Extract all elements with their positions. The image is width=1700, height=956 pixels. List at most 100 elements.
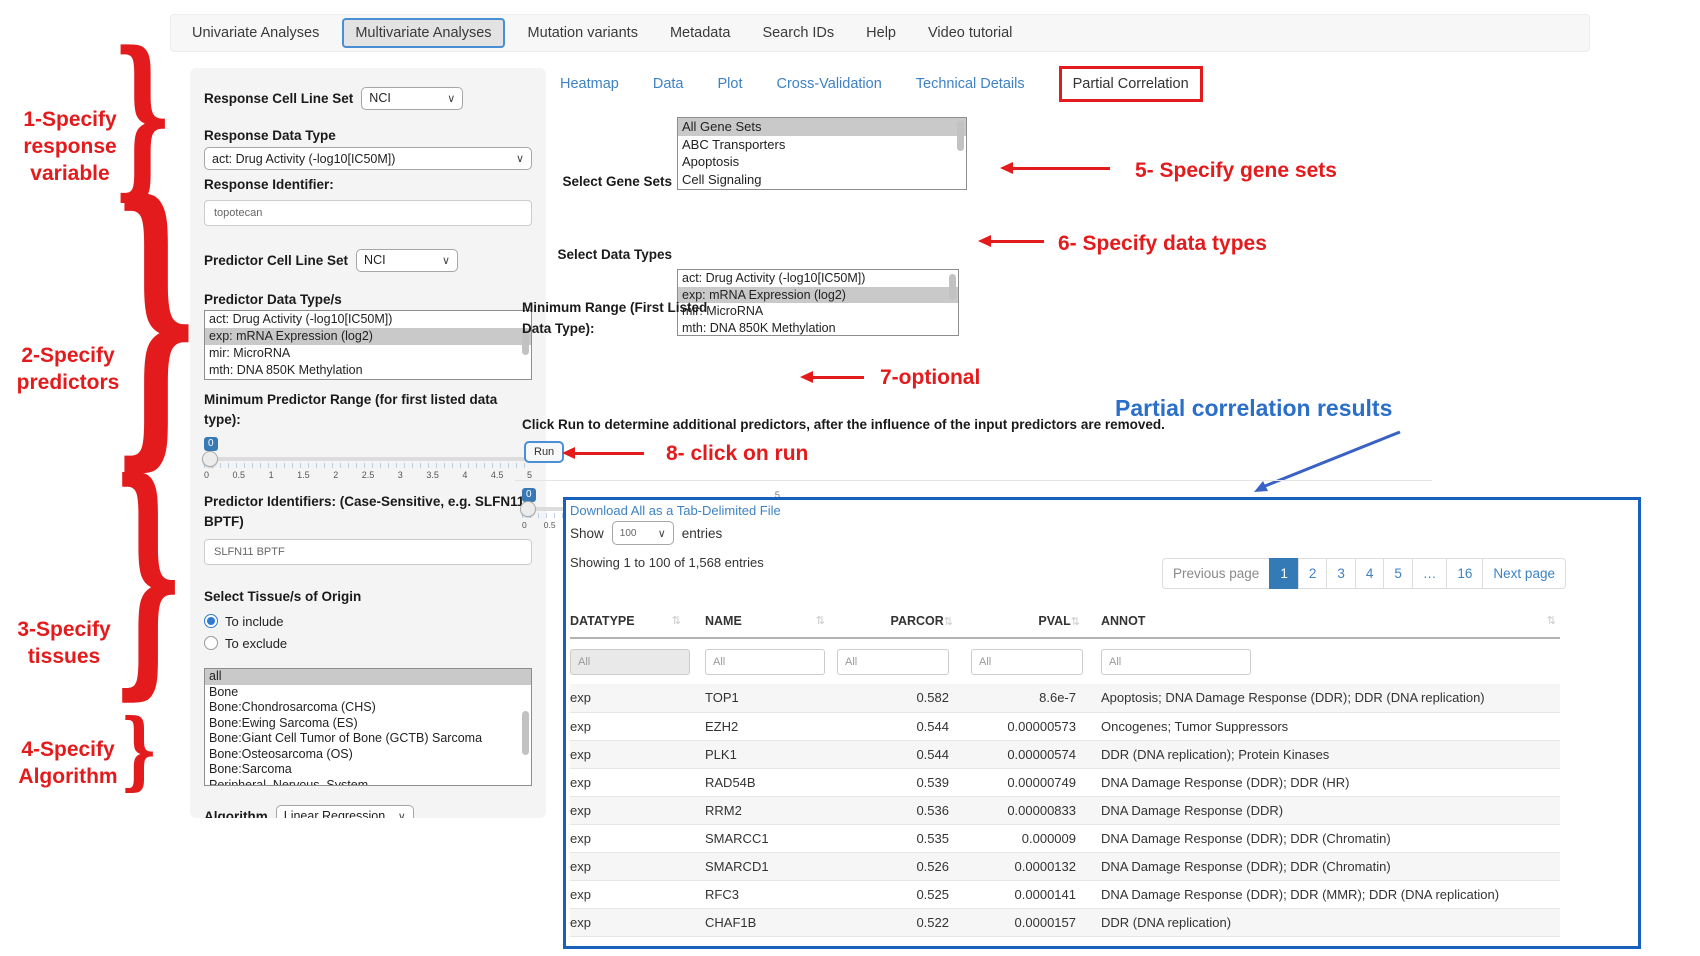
gene-set-option[interactable]: All Gene Sets	[678, 118, 966, 136]
nav-item[interactable]: Video tutorial	[919, 19, 1021, 47]
tissue-radio-option[interactable]: To exclude	[204, 632, 532, 654]
cell-parcor: 0.522	[837, 908, 953, 936]
cell-pval: 8.6e-7	[953, 684, 1080, 712]
slider-handle[interactable]	[202, 451, 218, 467]
page-button[interactable]: 1	[1269, 558, 1299, 589]
column-header-name[interactable]: NAME ⇅	[705, 604, 837, 638]
nav-item[interactable]: Multivariate Analyses	[342, 18, 504, 48]
brace-step2: }	[112, 196, 200, 439]
page-button[interactable]: 16	[1446, 558, 1483, 589]
filter-datatype-input[interactable]	[570, 649, 690, 675]
arrow-gene-sets	[1012, 167, 1110, 170]
tab-cross-validation[interactable]: Cross-Validation	[776, 76, 881, 92]
scrollbar-thumb[interactable]	[957, 121, 964, 151]
cell-annot: DNA Damage Response (DDR); DDR (HR)	[1080, 768, 1560, 796]
table-row[interactable]: exp RAD54B 0.539 0.00000749 DNA Damage R…	[570, 768, 1560, 796]
tissue-option[interactable]: Bone:Giant Cell Tumor of Bone (GCTB) Sar…	[205, 731, 531, 747]
sort-icon[interactable]: ⇅	[1071, 616, 1080, 628]
response-data-type-select[interactable]: act: Drug Activity (-log10[IC50M]) ∨	[204, 147, 532, 170]
nav-item[interactable]: Metadata	[661, 19, 739, 47]
page-button[interactable]: 5	[1383, 558, 1413, 589]
table-row[interactable]: exp SMARCD1 0.526 0.0000132 DNA Damage R…	[570, 852, 1560, 880]
scrollbar-thumb[interactable]	[949, 274, 956, 300]
filter-parcor-input[interactable]	[837, 649, 949, 675]
predictor-identifiers-input[interactable]	[204, 539, 532, 565]
predictor-data-type-option[interactable]: mir: MicroRNA	[205, 345, 531, 362]
annotation-step1: 1-Specify response variable	[12, 106, 128, 187]
page-button[interactable]: 4	[1355, 558, 1385, 589]
page-button[interactable]: 2	[1298, 558, 1328, 589]
sort-icon[interactable]: ⇅	[1547, 614, 1556, 627]
gene-set-option[interactable]: ABC Transporters	[678, 136, 966, 154]
nav-item[interactable]: Help	[857, 19, 905, 47]
data-type-option[interactable]: act: Drug Activity (-log10[IC50M])	[678, 270, 958, 287]
cell-parcor: 0.544	[837, 740, 953, 768]
page-button[interactable]: Previous page	[1162, 558, 1270, 589]
tissue-option[interactable]: all	[205, 669, 531, 685]
table-row[interactable]: exp SMARCC1 0.535 0.000009 DNA Damage Re…	[570, 824, 1560, 852]
tab-partial-correlation[interactable]: Partial Correlation	[1073, 76, 1189, 92]
column-header-parcor[interactable]: PARCOR⇅	[837, 604, 953, 638]
tab-plot[interactable]: Plot	[717, 76, 742, 92]
tissue-option[interactable]: Peripheral_Nervous_System	[205, 778, 531, 787]
filter-name-input[interactable]	[705, 649, 825, 675]
sort-icon[interactable]: ⇅	[944, 616, 953, 628]
cell-pval: 0.00000749	[953, 768, 1080, 796]
tick-label: 4.5	[491, 470, 504, 480]
table-row[interactable]: exp RRM2 0.536 0.00000833 DNA Damage Res…	[570, 796, 1560, 824]
tissue-radio-option[interactable]: To include	[204, 610, 532, 632]
select-data-types-label: Select Data Types	[500, 247, 672, 262]
tick-label: 0.5	[544, 520, 556, 530]
predictor-data-type-option[interactable]: exp: mRNA Expression (log2)	[205, 328, 531, 345]
table-row[interactable]: exp CHAF1B 0.522 0.0000157 DDR (DNA repl…	[570, 908, 1560, 936]
predictor-data-type-option[interactable]: mth: DNA 850K Methylation	[205, 362, 531, 379]
table-row[interactable]: exp PLK1 0.544 0.00000574 DDR (DNA repli…	[570, 740, 1560, 768]
column-header-datatype[interactable]: DATATYPE ⇅	[570, 604, 705, 638]
tissue-option[interactable]: Bone:Sarcoma	[205, 762, 531, 778]
filter-pval-input[interactable]	[971, 649, 1083, 675]
tab-data[interactable]: Data	[653, 76, 684, 92]
page-size-select[interactable]: 100 ∨	[612, 521, 674, 545]
response-cell-line-set-select[interactable]: NCI ∨	[361, 87, 463, 110]
sort-icon[interactable]: ⇅	[816, 614, 825, 627]
tissue-option[interactable]: Bone:Osteosarcoma (OS)	[205, 747, 531, 763]
nav-item[interactable]: Mutation variants	[519, 19, 647, 47]
tissue-option[interactable]: Bone:Ewing Sarcoma (ES)	[205, 716, 531, 732]
tab-technical-details[interactable]: Technical Details	[916, 76, 1025, 92]
tissue-option[interactable]: Bone:Chondrosarcoma (CHS)	[205, 700, 531, 716]
table-row[interactable]: exp RFC3 0.525 0.0000141 DNA Damage Resp…	[570, 880, 1560, 908]
column-header-annot[interactable]: ANNOT ⇅	[1080, 604, 1560, 638]
tissue-option[interactable]: Bone	[205, 685, 531, 701]
data-type-option[interactable]: exp: mRNA Expression (log2)	[678, 287, 958, 304]
table-row[interactable]: exp EZH2 0.544 0.00000573 Oncogenes; Tum…	[570, 712, 1560, 740]
filter-annot-input[interactable]	[1101, 649, 1251, 675]
slider-handle[interactable]	[520, 501, 536, 517]
response-identifier-input[interactable]	[204, 200, 532, 226]
cell-datatype: exp	[570, 684, 705, 712]
results-arrow	[1240, 424, 1415, 502]
table-row[interactable]: exp TOP1 0.582 8.6e-7 Apoptosis; DNA Dam…	[570, 684, 1560, 712]
download-link[interactable]: Download All as a Tab-Delimited File	[570, 503, 781, 518]
tick-label: 0.5	[233, 470, 246, 480]
scrollbar-thumb[interactable]	[522, 711, 529, 755]
gene-set-option[interactable]: Apoptosis	[678, 153, 966, 171]
page-button[interactable]: 3	[1326, 558, 1356, 589]
nav-item[interactable]: Univariate Analyses	[183, 19, 328, 47]
sort-icon[interactable]: ⇅	[672, 614, 681, 627]
page-button[interactable]: …	[1412, 558, 1448, 589]
column-header-pval[interactable]: PVAL⇅	[953, 604, 1080, 638]
tab-heatmap[interactable]: Heatmap	[560, 76, 619, 92]
min-predictor-range-slider[interactable]: 0 5 00.511.522.533.544.55	[204, 434, 532, 480]
cell-name: EZH2	[705, 712, 837, 740]
predictor-data-types-listbox: act: Drug Activity (-log10[IC50M])exp: m…	[204, 310, 532, 380]
run-button[interactable]: Run	[524, 441, 564, 463]
nav-item[interactable]: Search IDs	[753, 19, 843, 47]
data-type-option[interactable]: mir: MicroRNA	[678, 303, 958, 320]
gene-set-option[interactable]: Cell Signaling	[678, 171, 966, 189]
data-type-option[interactable]: mth: DNA 850K Methylation	[678, 320, 958, 337]
page-button[interactable]: Next page	[1482, 558, 1566, 589]
predictor-cell-line-set-select[interactable]: NCI ∨	[356, 249, 458, 272]
predictor-data-type-option[interactable]: act: Drug Activity (-log10[IC50M])	[205, 311, 531, 328]
algorithm-select[interactable]: Linear Regression ∨	[276, 805, 414, 819]
radio-label: To include	[225, 614, 284, 629]
